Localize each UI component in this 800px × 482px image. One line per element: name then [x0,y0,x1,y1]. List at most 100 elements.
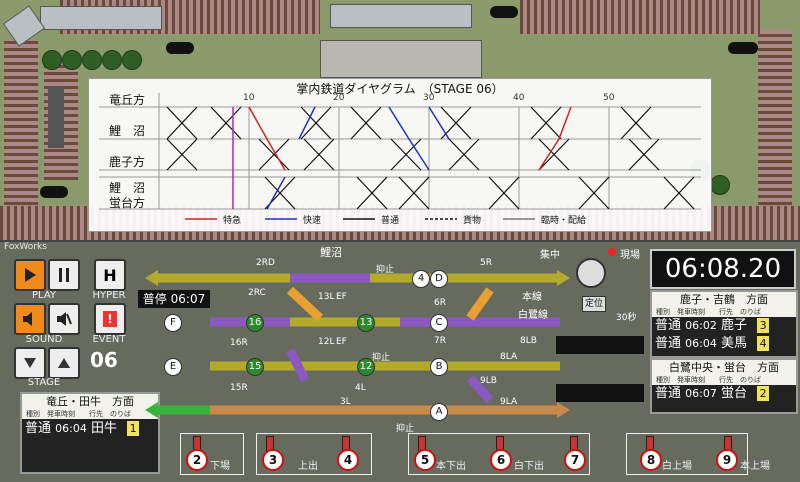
switch-label-3l[interactable]: 3L [340,397,351,407]
main-line-label: 本線 [522,292,542,303]
local-indicator-icon [608,248,616,256]
timer-label: 30秒 [616,313,637,323]
switch-label-16r[interactable]: 16R [230,338,248,348]
legend-limited-express: 特急 [223,216,242,226]
switch-label-13l[interactable]: 13L [318,292,334,302]
train-top-center[interactable] [330,4,472,28]
stage-number: 06 [90,348,118,372]
board-subtitle: 種別 発車時刻 行先 のりば [652,376,796,385]
stage-label: STAGE [27,377,61,388]
lever-number-4[interactable]: 4 [337,449,359,471]
lever-number-2[interactable]: 2 [186,449,208,471]
train-dest: 田牛 [91,421,118,436]
train-dest: 美馬 [721,336,748,351]
train-top-left[interactable] [40,6,162,30]
sound-on-button[interactable] [14,303,46,335]
board-title: 白鷺中央・蛍台 方面 [652,360,796,376]
board-title: 鹿子・吉鶴 方面 [652,292,796,308]
switch-label-4l[interactable]: 4L [355,383,366,393]
track-circle-C: C [430,314,448,332]
track-circle-B: B [430,358,448,376]
switch-label-8lb[interactable]: 8LB [520,336,537,346]
stage-down-button[interactable] [14,347,46,379]
track-circle-D: D [430,270,448,288]
legend-local: 普通 [381,216,400,226]
board-row: 普通 06:04 美馬 4 [652,335,796,353]
sound-off-button[interactable] [48,303,80,335]
board-row: 普通 06:02 鹿子 3 [652,317,796,335]
lever-number-5[interactable]: 5 [414,449,436,471]
switch-label-ef[interactable]: EF [336,292,347,302]
local-label: 現場 [620,250,640,261]
brand-label: FoxWorks [4,242,47,252]
switch-label-5r[interactable]: 5R [480,258,492,268]
shirasagi-line-label: 白鷺線 [518,310,548,321]
train-track: 2 [757,386,770,401]
tree [42,50,62,70]
departure-board-right-bottom: 白鷺中央・蛍台 方面 種別 発車時刻 行先 のりば 普通 06:07 蛍台 2 [650,358,798,414]
mute-icon [57,312,72,326]
lever-number-9[interactable]: 9 [716,449,738,471]
legend-special: 臨時・配給 [541,216,587,226]
train-track: 4 [757,336,770,351]
train-indicator-upper [556,336,644,354]
lever-label-5: 本下出 [436,461,466,472]
legend-rapid: 快速 [303,216,322,226]
switch-label-6r[interactable]: 6R [434,298,446,308]
tree [710,175,730,195]
sound-label: SOUND [25,334,63,345]
lever-number-3[interactable]: 3 [262,449,284,471]
lever-number-7[interactable]: 7 [564,449,586,471]
board-title: 竜丘・田牛 方面 [22,394,158,410]
train-type: 普通 [25,421,52,436]
lever-number-8[interactable]: 8 [640,449,662,471]
stage-up-button[interactable] [48,347,80,379]
signal-light [166,42,194,54]
switch-label-7r[interactable]: 7R [434,336,446,346]
lever-number-6[interactable]: 6 [490,449,512,471]
control-mode-knob[interactable] [576,258,606,288]
switch-label-ef-2[interactable]: EF [336,337,347,347]
board-row: 普通 06:04 田牛 1 [22,419,158,439]
lever-label-8: 白上場 [662,461,692,472]
circuit-16[interactable]: 16 [246,314,264,332]
lever-label-9: 本上場 [740,461,770,472]
event-label: EVENT [92,334,126,345]
circuit-15[interactable]: 15 [246,358,264,376]
train-type: 普通 [655,318,682,333]
hyper-button[interactable]: H [94,259,126,291]
hyper-label: HYPER [92,290,126,301]
event-button[interactable]: ! [94,303,126,335]
play-label: PLAY [31,290,56,301]
pause-button[interactable] [48,259,80,291]
train-dest: 鹿子 [721,318,748,333]
pause-icon [59,268,69,282]
circuit-13[interactable]: 13 [357,314,375,332]
train-track: 1 [127,421,140,436]
default-position-button[interactable]: 定位 [582,296,606,312]
track-circle-d: 4 [412,270,430,288]
train-time: 06:02 [685,319,717,332]
track-circle-F: F [164,314,182,332]
switch-label-12l[interactable]: 12L [318,337,334,347]
station-building [320,40,482,78]
switch-label-15r[interactable]: 15R [230,383,248,393]
switch-label-2rd[interactable]: 2RD [256,258,275,268]
train-track: 3 [757,318,770,333]
hold-label-2: 抑止 [372,353,391,363]
play-button[interactable] [14,259,46,291]
board-row: 普通 06:07 蛍台 2 [652,385,796,403]
signal-light [728,42,758,54]
switch-label-2rc[interactable]: 2RC [248,288,266,298]
switch-label-9la[interactable]: 9LA [500,397,517,407]
alert-icon: ! [103,311,117,327]
freight-cars[interactable] [48,86,64,148]
switch-label-9lb[interactable]: 9LB [480,376,497,386]
tree [62,50,82,70]
train-time: 06:04 [685,337,717,350]
central-label: 集中 [540,250,560,261]
tree [122,50,142,70]
switch-label-8la[interactable]: 8LA [500,352,517,362]
train-type: 普通 [655,386,682,401]
speaker-icon [23,312,32,326]
